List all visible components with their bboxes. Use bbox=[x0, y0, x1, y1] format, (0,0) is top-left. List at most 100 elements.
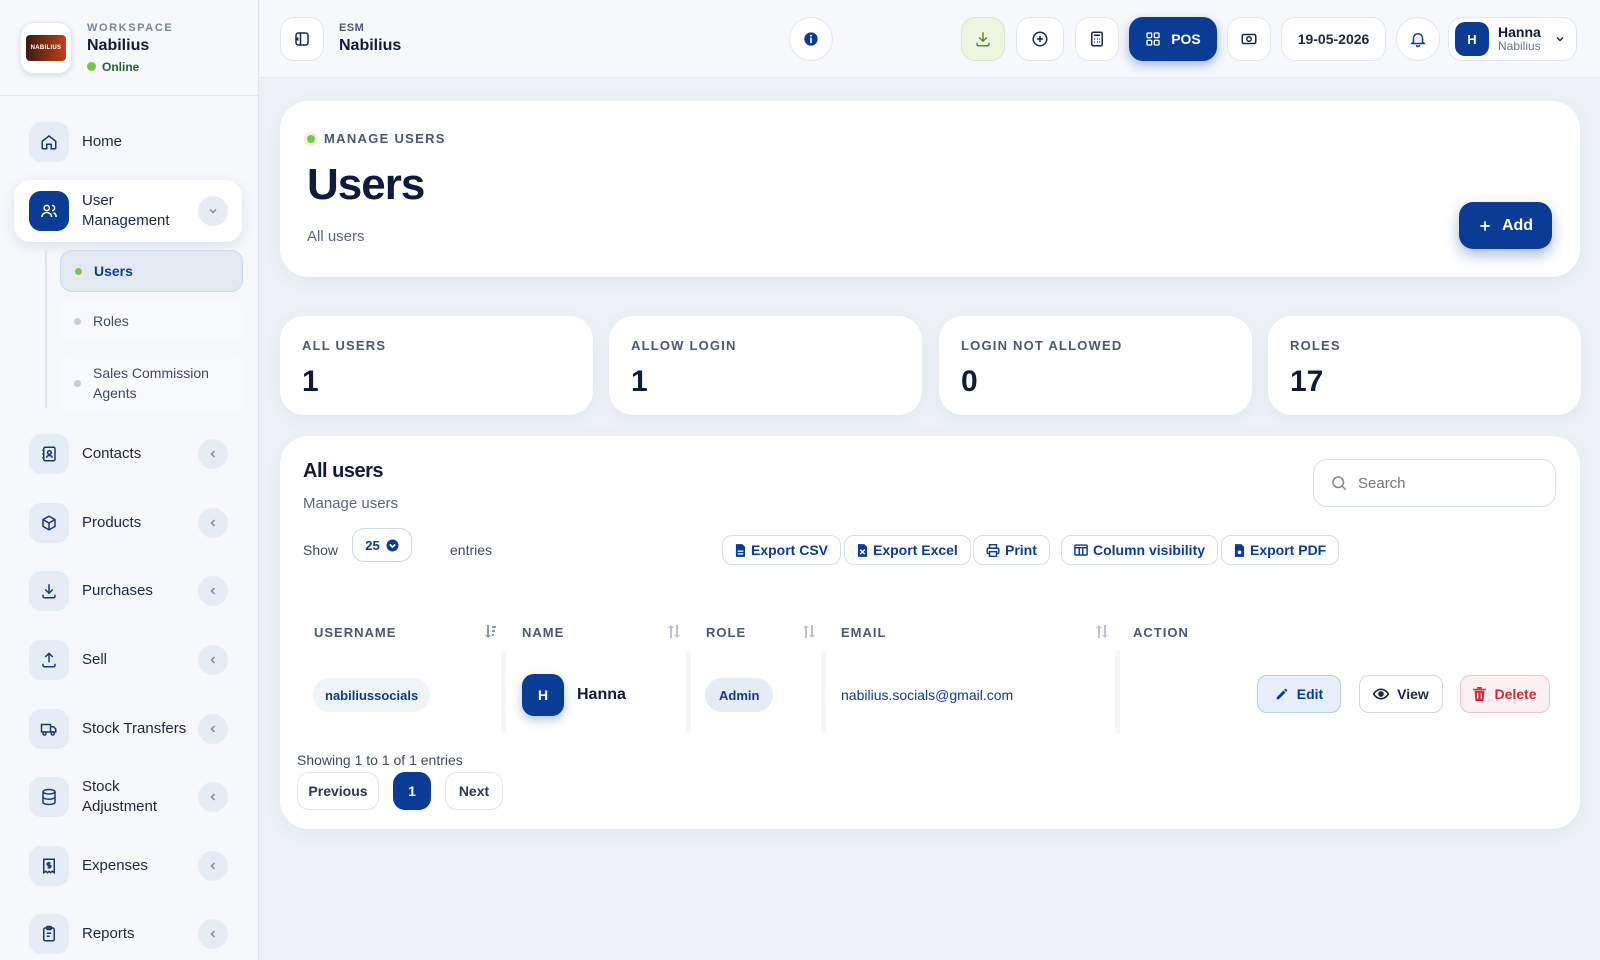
page-subtitle: All users bbox=[307, 228, 365, 245]
export-pdf-button[interactable]: Export PDF bbox=[1221, 535, 1340, 565]
stat-card-all-users: ALL USERS 1 bbox=[280, 316, 593, 415]
trash-icon bbox=[1473, 687, 1494, 701]
export-excel-button[interactable]: Export Excel bbox=[844, 535, 971, 565]
show-label: Show bbox=[303, 542, 339, 558]
chevron-left-icon bbox=[198, 439, 228, 469]
table-title: All users bbox=[303, 460, 383, 482]
user-row-avatar: H bbox=[522, 674, 564, 716]
chevron-left-icon bbox=[198, 645, 228, 675]
file-excel-icon bbox=[857, 543, 873, 557]
sidebar-toggle-icon bbox=[293, 30, 311, 48]
sidebar-item-user-management[interactable]: User Management bbox=[14, 180, 242, 242]
workspace-logo: NABILIUS bbox=[20, 21, 72, 74]
topbar: ESM Nabilius POS 19-05-2026 H Hanna Nabi… bbox=[260, 0, 1600, 78]
role-badge: Admin bbox=[705, 678, 774, 712]
topbar-kicker: ESM bbox=[339, 22, 365, 34]
file-csv-icon bbox=[735, 543, 751, 557]
page-title: Users bbox=[307, 160, 425, 209]
info-icon bbox=[803, 31, 819, 47]
stat-card-roles: ROLES 17 bbox=[1268, 316, 1581, 415]
cash-button[interactable] bbox=[1227, 17, 1271, 61]
stat-card-login-not-allowed: LOGIN NOT ALLOWED 0 bbox=[939, 316, 1252, 415]
workspace-name: Nabilius bbox=[87, 36, 150, 54]
submenu-line bbox=[45, 250, 47, 408]
chevron-down-icon[interactable] bbox=[198, 196, 228, 226]
column-header-role[interactable]: ROLE bbox=[706, 625, 746, 640]
topbar-title-block: ESM Nabilius bbox=[339, 22, 401, 55]
chevron-down-icon bbox=[386, 539, 399, 552]
column-header-action: ACTION bbox=[1133, 625, 1189, 640]
bell-icon bbox=[1409, 30, 1427, 48]
sort-asc-icon[interactable] bbox=[484, 625, 496, 638]
table-info: Showing 1 to 1 of 1 entries bbox=[297, 752, 463, 768]
user-row-name: Hanna bbox=[577, 686, 626, 703]
home-icon bbox=[29, 122, 69, 162]
print-button[interactable]: Print bbox=[973, 535, 1050, 565]
plus-icon bbox=[1478, 219, 1492, 233]
calculator-icon bbox=[1088, 30, 1106, 48]
sidebar-item-products[interactable]: Products bbox=[14, 502, 242, 544]
grid-icon bbox=[1145, 31, 1161, 47]
entries-select[interactable]: 25 bbox=[352, 528, 412, 562]
column-visibility-button[interactable]: Column visibility bbox=[1061, 535, 1219, 565]
download-icon bbox=[29, 571, 69, 611]
sidebar-item-stock-adjustment[interactable]: Stock Adjustment bbox=[14, 776, 242, 818]
username-badge: nabiliussocials bbox=[313, 678, 431, 712]
sidebar-item-reports[interactable]: Reports bbox=[14, 913, 242, 955]
page-1-button[interactable]: 1 bbox=[393, 772, 431, 810]
add-user-button[interactable]: Add bbox=[1459, 202, 1552, 249]
column-header-email[interactable]: EMAIL bbox=[841, 625, 886, 640]
sidebar-subitem-sales-commission-agents[interactable]: Sales Commission Agents bbox=[60, 353, 243, 413]
sidebar-item-contacts[interactable]: Contacts bbox=[14, 433, 242, 475]
chevron-left-icon bbox=[198, 851, 228, 881]
sidebar-subitem-users[interactable]: Users bbox=[60, 250, 243, 292]
download-button[interactable] bbox=[961, 17, 1005, 61]
search-input[interactable] bbox=[1358, 474, 1538, 492]
edit-button[interactable]: Edit bbox=[1257, 675, 1341, 713]
info-button[interactable] bbox=[789, 17, 833, 61]
column-header-name[interactable]: NAME bbox=[522, 625, 564, 640]
clipboard-icon bbox=[29, 914, 69, 954]
sidebar-subitem-roles[interactable]: Roles bbox=[60, 301, 243, 341]
receipt-icon bbox=[29, 846, 69, 886]
user-menu[interactable]: H Hanna Nabilius bbox=[1448, 17, 1577, 61]
user-org: Nabilius bbox=[1498, 39, 1541, 53]
sidebar-item-home[interactable]: Home bbox=[14, 121, 242, 163]
eye-icon bbox=[1373, 687, 1397, 701]
sidebar-item-expenses[interactable]: Expenses bbox=[14, 845, 242, 887]
column-header-username[interactable]: USERNAME bbox=[314, 625, 396, 640]
workspace-kicker: WORKSPACE bbox=[87, 21, 174, 34]
delete-button[interactable]: Delete bbox=[1460, 675, 1550, 713]
file-pdf-icon bbox=[1234, 543, 1250, 557]
box-icon bbox=[29, 503, 69, 543]
sidebar-item-purchases[interactable]: Purchases bbox=[14, 570, 242, 612]
sidebar-item-sell[interactable]: Sell bbox=[14, 639, 242, 681]
export-csv-button[interactable]: Export CSV bbox=[722, 535, 842, 565]
calculator-button[interactable] bbox=[1075, 17, 1119, 61]
notifications-button[interactable] bbox=[1396, 17, 1440, 61]
pencil-icon bbox=[1275, 687, 1297, 701]
date-display[interactable]: 19-05-2026 bbox=[1281, 17, 1386, 61]
chevron-left-icon bbox=[198, 714, 228, 744]
next-page-button[interactable]: Next bbox=[445, 772, 503, 810]
stat-card-allow-login: ALLOW LOGIN 1 bbox=[609, 316, 922, 415]
previous-page-button[interactable]: Previous bbox=[297, 772, 379, 810]
sort-icon[interactable] bbox=[1096, 625, 1108, 638]
chevron-left-icon bbox=[198, 508, 228, 538]
sort-icon[interactable] bbox=[668, 625, 680, 638]
sort-icon[interactable] bbox=[803, 625, 815, 638]
columns-icon bbox=[1074, 544, 1093, 556]
add-circle-button[interactable] bbox=[1016, 17, 1064, 61]
users-icon bbox=[29, 191, 69, 231]
search-field[interactable] bbox=[1313, 459, 1556, 507]
plus-circle-icon bbox=[1031, 30, 1049, 48]
view-button[interactable]: View bbox=[1359, 675, 1443, 713]
chevron-left-icon bbox=[198, 576, 228, 606]
pos-button[interactable]: POS bbox=[1129, 17, 1217, 61]
sidebar-toggle-button[interactable] bbox=[280, 17, 324, 61]
sidebar-item-stock-transfers[interactable]: Stock Transfers bbox=[14, 708, 242, 750]
online-dot bbox=[87, 62, 96, 71]
chevron-down-icon bbox=[1554, 33, 1566, 45]
upload-icon bbox=[29, 640, 69, 680]
truck-icon bbox=[29, 709, 69, 749]
